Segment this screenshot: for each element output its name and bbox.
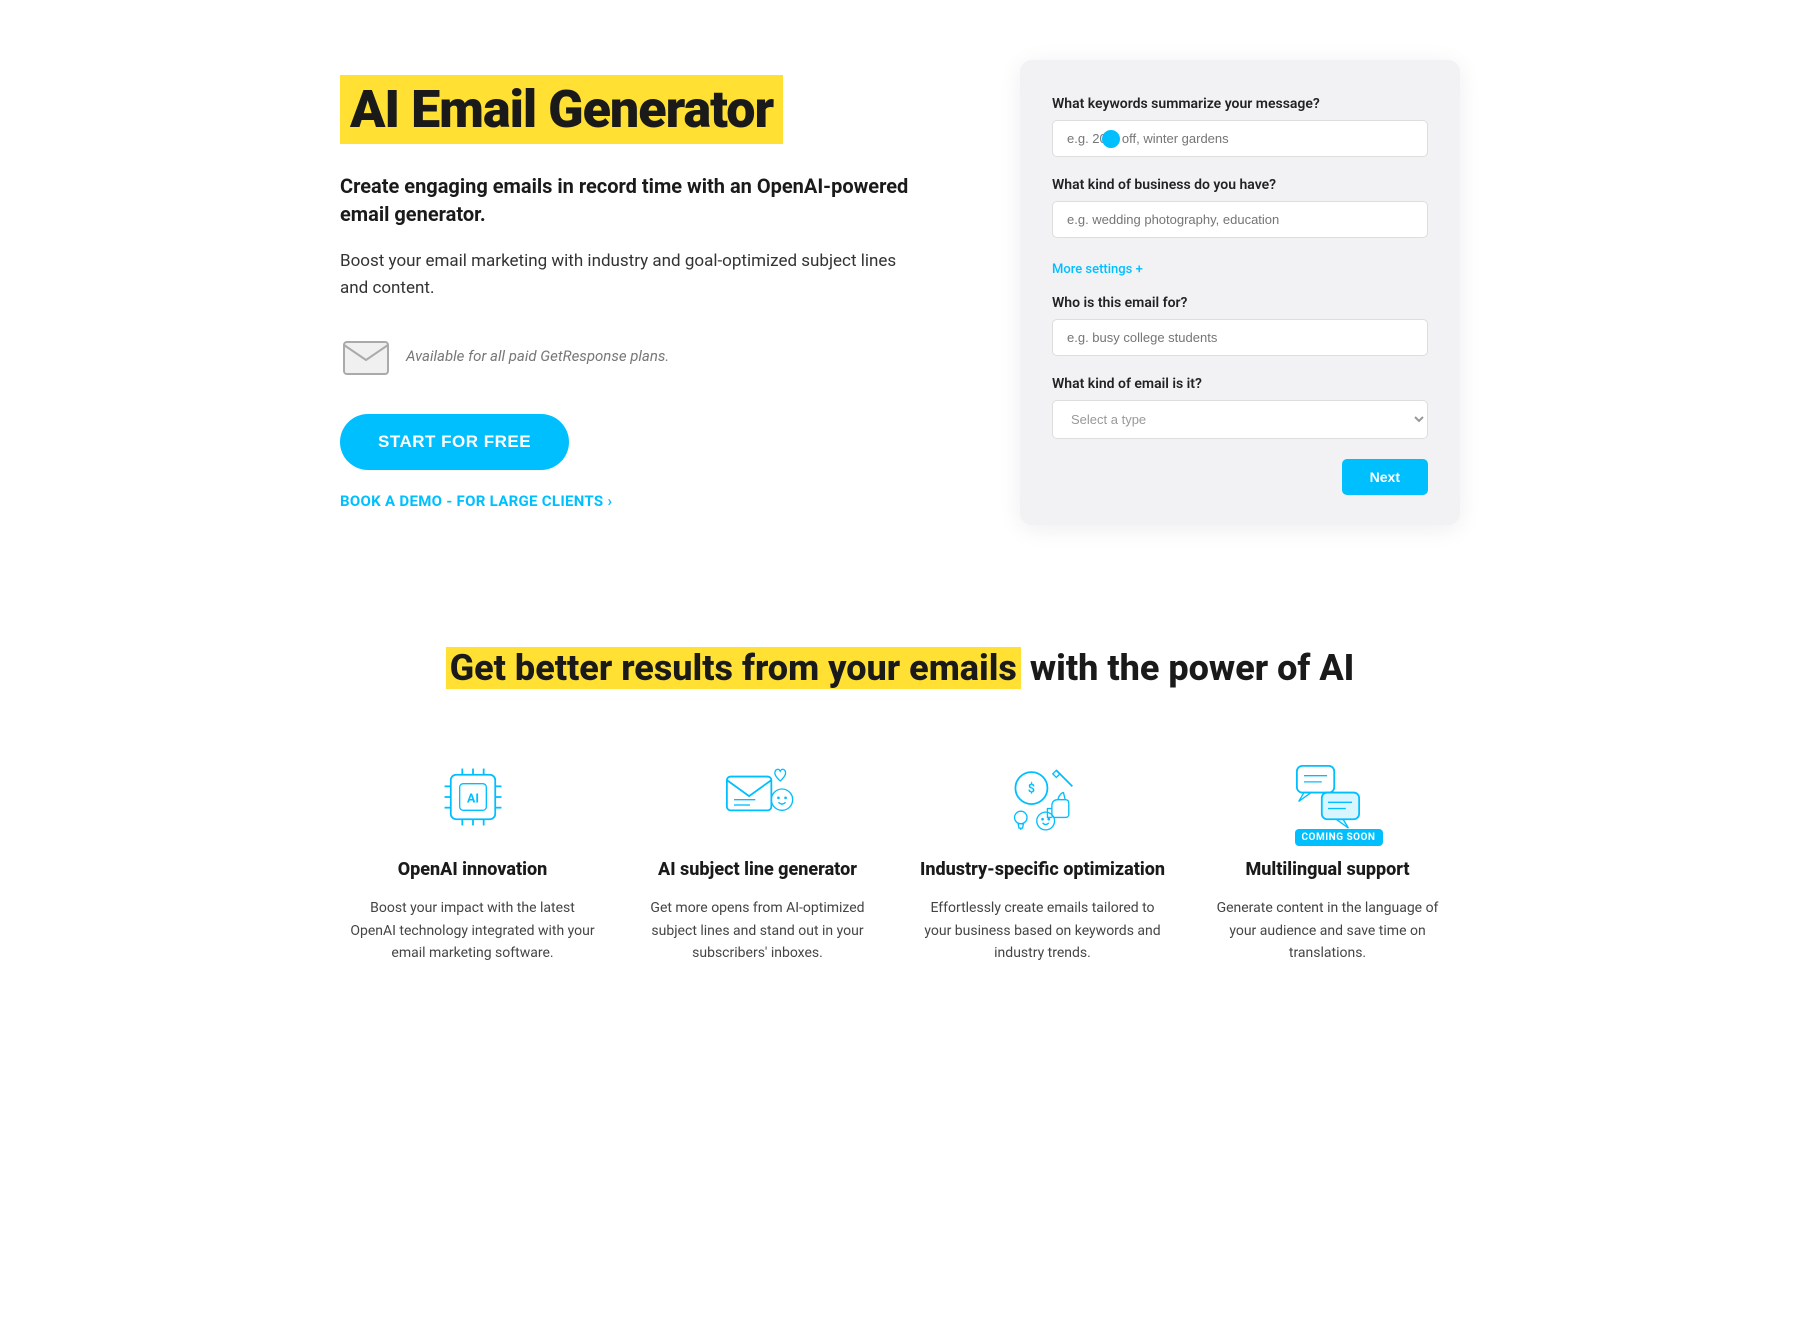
hero-badge-text: Available for all paid GetResponse plans… — [406, 347, 669, 365]
feature-multilingual: COMING SOON Multilingual support — [1205, 752, 1450, 965]
audience-label: Who is this email for? — [1052, 295, 1428, 311]
features-section: Get better results from your emails with… — [0, 565, 1800, 1024]
more-settings-link[interactable]: More settings + — [1052, 262, 1143, 277]
feature-industry: $ — [920, 752, 1165, 965]
coming-soon-badge: COMING SOON — [1295, 829, 1383, 846]
feature-multilingual-desc: Generate content in the language of your… — [1205, 897, 1450, 964]
hero-left-panel: AI Email Generator Create engaging email… — [340, 75, 920, 511]
feature-industry-desc: Effortlessly create emails tailored to y… — [920, 897, 1165, 964]
hero-title: AI Email Generator — [350, 81, 773, 138]
keywords-label: What keywords summarize your message? — [1052, 96, 1428, 112]
book-demo-link[interactable]: BOOK A DEMO - FOR LARGE CLIENTS › — [340, 492, 920, 510]
start-for-free-button[interactable]: START FOR FREE — [340, 414, 569, 470]
multilingual-icon — [1288, 757, 1368, 837]
headline-highlight: Get better results from your emails — [446, 647, 1021, 689]
feature-openai-icon-wrap: AI — [428, 752, 518, 842]
feature-openai-title: OpenAI innovation — [398, 858, 548, 881]
form-group-keywords: What keywords summarize your message? — [1052, 96, 1428, 157]
form-footer: Next — [1052, 459, 1428, 495]
audience-input[interactable] — [1052, 319, 1428, 356]
feature-multilingual-icon-wrap: COMING SOON — [1283, 752, 1373, 842]
business-label: What kind of business do you have? — [1052, 177, 1428, 193]
subject-line-icon — [718, 757, 798, 837]
feature-industry-icon-wrap: $ — [998, 752, 1088, 842]
email-type-label: What kind of email is it? — [1052, 376, 1428, 392]
form-group-audience: Who is this email for? — [1052, 295, 1428, 356]
features-grid: AI — [350, 752, 1450, 965]
feature-subject: AI subject line generator Get more opens… — [635, 752, 880, 965]
industry-icon: $ — [1003, 757, 1083, 837]
email-icon — [340, 330, 392, 382]
headline-part2: with the power of AI — [1030, 647, 1355, 689]
email-type-select[interactable]: Select a type — [1052, 400, 1428, 439]
feature-openai-desc: Boost your impact with the latest OpenAI… — [350, 897, 595, 964]
hero-subtitle: Create engaging emails in record time wi… — [340, 172, 920, 228]
hero-right-panel: What keywords summarize your message? Wh… — [1020, 60, 1460, 525]
features-headline: Get better results from your emails with… — [40, 645, 1760, 692]
hero-description: Boost your email marketing with industry… — [340, 248, 920, 302]
svg-text:$: $ — [1027, 781, 1034, 796]
feature-industry-title: Industry-specific optimization — [920, 858, 1165, 881]
feature-subject-desc: Get more opens from AI-optimized subject… — [635, 897, 880, 964]
form-group-business: What kind of business do you have? — [1052, 177, 1428, 238]
feature-multilingual-title: Multilingual support — [1245, 858, 1409, 881]
hero-plan-badge: Available for all paid GetResponse plans… — [340, 330, 920, 382]
hero-section: AI Email Generator Create engaging email… — [300, 0, 1500, 565]
openai-icon: AI — [433, 757, 513, 837]
feature-subject-title: AI subject line generator — [658, 858, 857, 881]
feature-openai: AI — [350, 752, 595, 965]
svg-text:AI: AI — [467, 791, 479, 806]
keywords-input-wrapper — [1052, 120, 1428, 157]
business-input[interactable] — [1052, 201, 1428, 238]
feature-subject-icon-wrap — [713, 752, 803, 842]
blue-dot-decoration — [1102, 130, 1120, 148]
hero-title-highlight: AI Email Generator — [340, 75, 783, 144]
next-button[interactable]: Next — [1342, 459, 1428, 495]
email-generator-form-card: What keywords summarize your message? Wh… — [1020, 60, 1460, 525]
form-group-email-type: What kind of email is it? Select a type — [1052, 376, 1428, 439]
